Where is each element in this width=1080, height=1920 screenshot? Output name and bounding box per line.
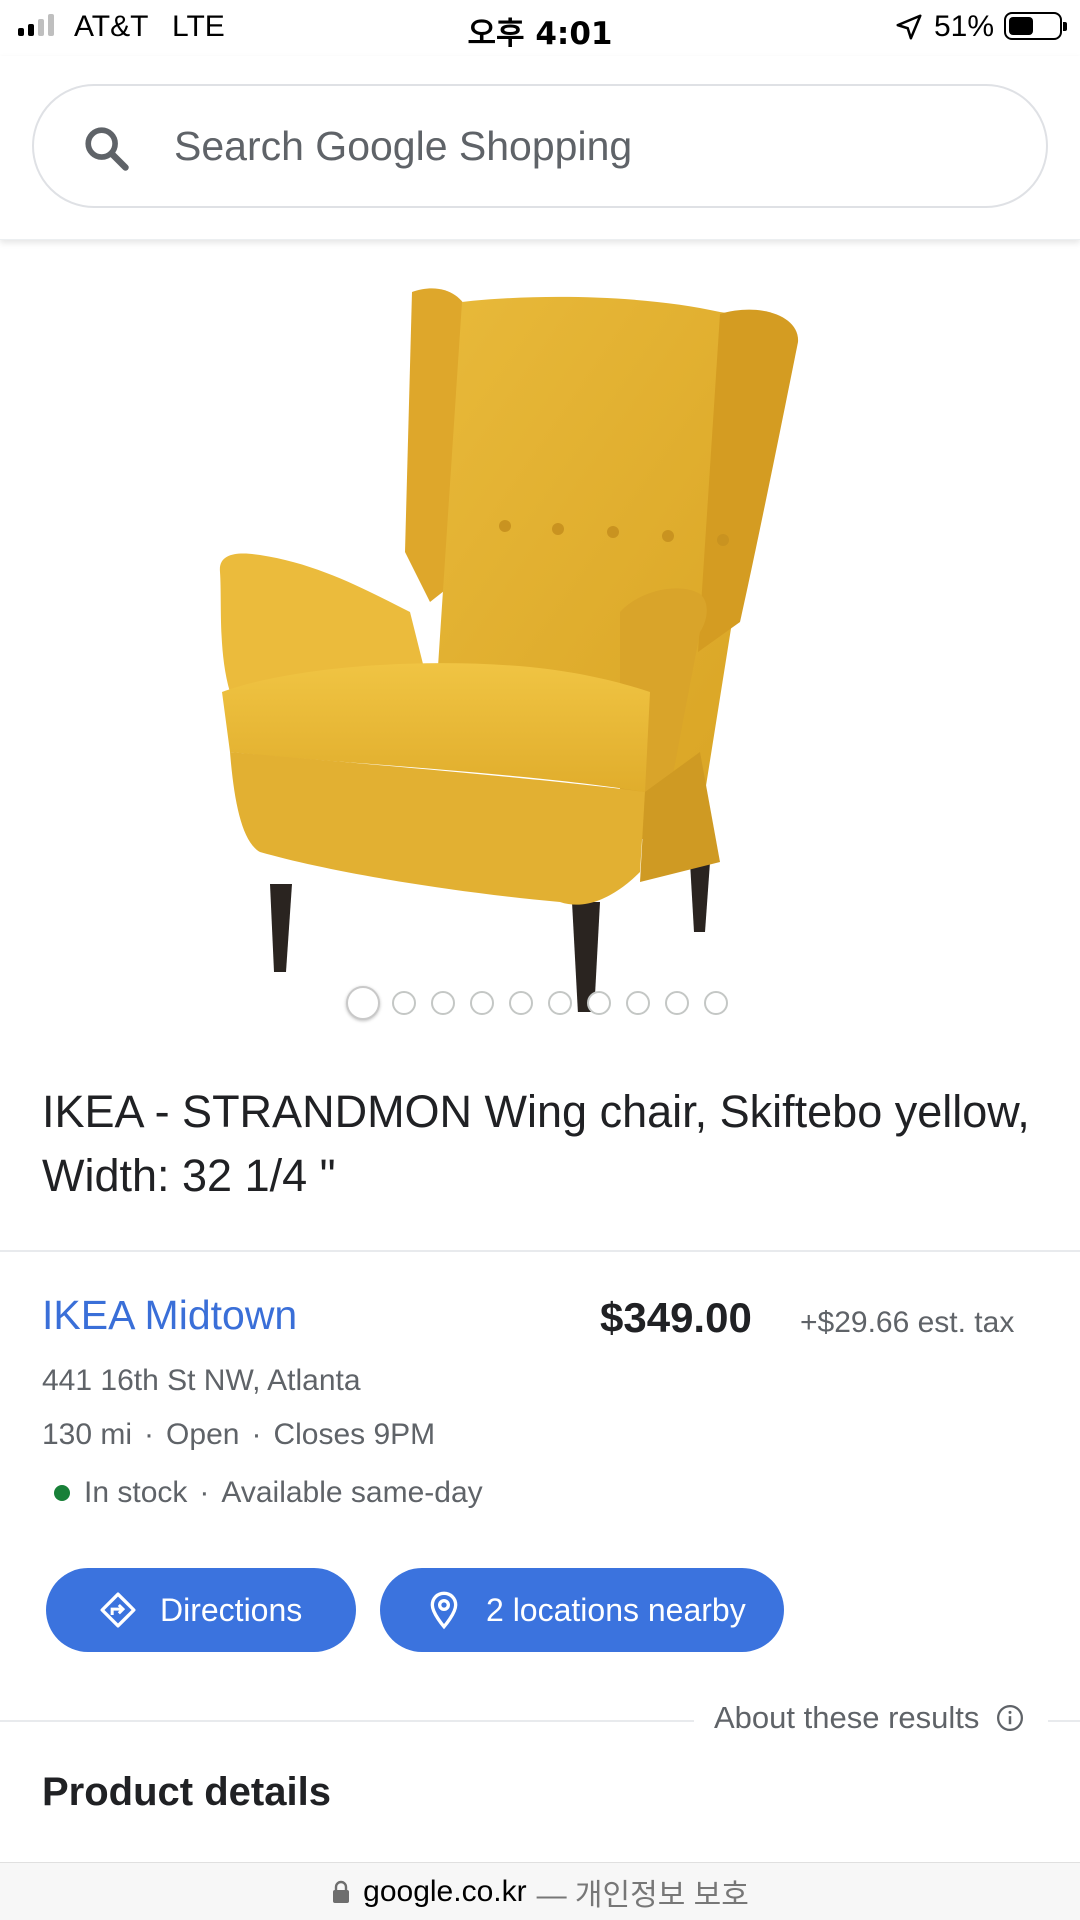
search-icon[interactable] [80,122,132,174]
stock-status: In stock [84,1476,188,1509]
map-pin-icon [430,1591,458,1630]
product-title: IKEA - STRANDMON Wing chair, Skiftebo ye… [42,1086,1030,1201]
open-status: Open [166,1418,240,1451]
divider [0,1720,694,1722]
availability: Available same-day [221,1476,483,1509]
carousel-dot[interactable] [470,991,494,1015]
url-domain: google.co.kr [363,1874,527,1908]
closing-time: Closes 9PM [273,1418,436,1451]
battery-percent: 51% [934,10,995,43]
carousel-dot[interactable] [346,986,380,1020]
store-distance: 130 mi [42,1418,133,1451]
carousel-dot[interactable] [626,991,650,1015]
product-price: $349.00 [600,1294,752,1341]
status-bar: AT&T LTE 오후 4:01 51% [0,0,1080,56]
location-arrow-icon [896,14,922,40]
divider [1048,1720,1080,1722]
carousel-dot[interactable] [587,991,611,1015]
carousel-dot[interactable] [431,991,455,1015]
image-carousel-indicator[interactable] [346,986,743,1020]
store-hours: 130 mi · Open · Closes 9PM [42,1418,435,1452]
lock-icon [333,1880,350,1903]
product-details-heading: Product details [42,1770,331,1814]
search-bar[interactable] [32,84,1048,208]
carousel-dot[interactable] [665,991,689,1015]
directions-icon [100,1592,136,1628]
separator-dot: · [199,1476,210,1509]
privacy-label: — 개인정보 보호 [536,1878,749,1912]
stock-info: In stock · Available same-day [54,1476,483,1510]
store-name-link[interactable]: IKEA Midtown [42,1292,297,1339]
divider [0,1250,1080,1252]
carousel-dot[interactable] [548,991,572,1015]
battery-icon [1004,12,1067,40]
separator-dot: · [251,1418,262,1451]
search-input[interactable] [174,116,994,176]
estimated-tax: +$29.66 est. tax [800,1306,1015,1339]
carousel-dot[interactable] [509,991,533,1015]
separator-dot: · [144,1418,155,1451]
nearby-locations-label: 2 locations nearby [486,1591,746,1628]
carousel-dot[interactable] [392,991,416,1015]
about-results-label: About these results [714,1700,980,1735]
search-header [0,56,1080,240]
carousel-dot[interactable] [704,991,728,1015]
directions-button[interactable]: Directions [46,1568,356,1652]
browser-url-bar[interactable]: google.co.kr — 개인정보 보호 [0,1862,1080,1920]
in-stock-indicator-icon [54,1485,70,1501]
store-address: 441 16th St NW, Atlanta [42,1364,361,1397]
product-image[interactable] [200,272,880,1012]
directions-label: Directions [160,1591,303,1628]
info-icon [997,1705,1024,1731]
nearby-locations-button[interactable]: 2 locations nearby [380,1568,784,1652]
about-results-link[interactable]: About these results [714,1700,1025,1736]
